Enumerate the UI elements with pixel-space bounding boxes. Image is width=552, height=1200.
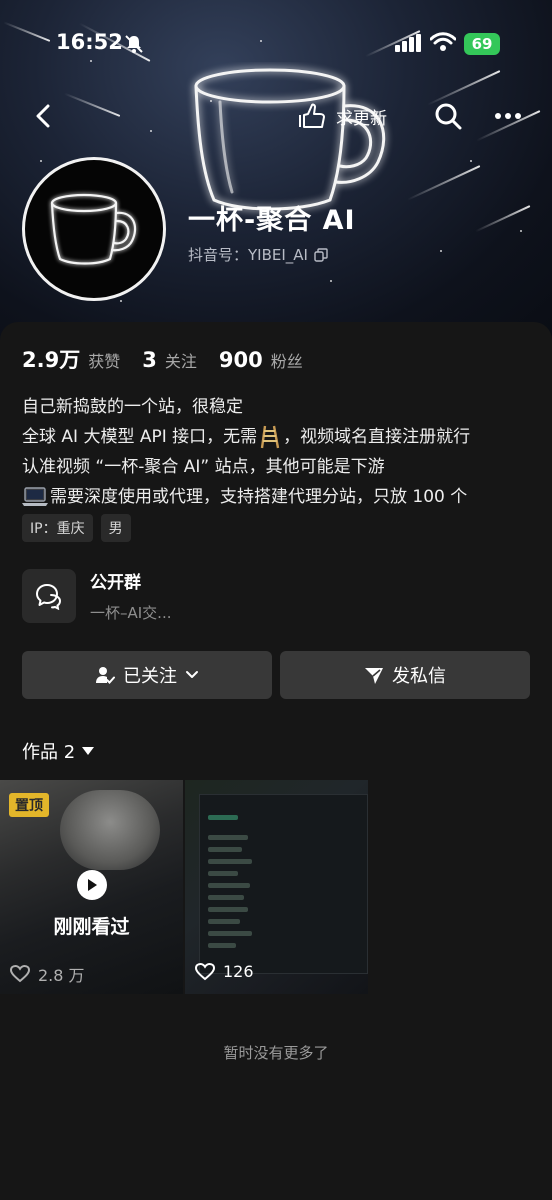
more-options-icon[interactable]: [493, 101, 523, 131]
group-chat-icon: [22, 568, 76, 623]
likes-label[interactable]: 获赞: [88, 348, 120, 372]
video-likes-count: 2.8 万: [38, 966, 85, 985]
ladder-emoji-icon: [260, 425, 280, 449]
video-thumbnail: [199, 794, 368, 974]
public-group-card[interactable]: 公开群 一杯–AI交...: [22, 568, 172, 623]
following-label[interactable]: 关注: [165, 348, 197, 372]
following-count[interactable]: 3: [142, 348, 157, 372]
status-bar: 16:52 69: [0, 0, 552, 90]
paper-plane-icon: [365, 668, 383, 684]
caret-down-icon: [82, 747, 95, 755]
group-subtitle: 一杯–AI交...: [90, 604, 172, 622]
back-arrow-icon[interactable]: [28, 100, 60, 132]
followed-label: 已关注: [123, 666, 177, 687]
profile-name: 一杯-聚合 AI: [188, 205, 356, 236]
cellular-signal-icon: [395, 34, 421, 52]
send-message-label: 发私信: [392, 666, 446, 687]
laptop-emoji-icon: [22, 487, 48, 506]
copy-icon[interactable]: [314, 247, 328, 262]
pinned-badge: 置顶: [9, 793, 49, 817]
video-likes: 2.8 万: [10, 962, 85, 986]
heart-icon: [10, 965, 30, 983]
profile-stats: 2.9万 获赞 3 关注 900 粉丝: [22, 344, 325, 374]
profile-avatar[interactable]: [22, 157, 166, 301]
profile-id-row: 抖音号：YIBEI_AI: [188, 244, 328, 265]
profile-tags: IP：重庆 男: [22, 514, 131, 542]
bio-line: 认准视频 “一杯-聚合 AI” 站点，其他可能是下游: [22, 457, 385, 477]
video-likes: 126: [195, 962, 254, 981]
battery-indicator: 69: [464, 33, 500, 55]
video-thumbnail: [60, 790, 160, 870]
works-tab-label: 作品 2: [22, 742, 76, 763]
bio-line: 需要深度使用或代理，支持搭建代理分站，只放 100 个: [22, 482, 470, 512]
followers-count[interactable]: 900: [219, 348, 263, 372]
send-message-button[interactable]: 发私信: [280, 651, 530, 699]
heart-icon: [195, 962, 215, 980]
wifi-icon: [430, 32, 456, 51]
chevron-down-icon: [186, 671, 198, 678]
profile-content: 2.9万 获赞 3 关注 900 粉丝 自己新捣鼓的一个站，很稳定 全球 AI …: [0, 322, 552, 1200]
no-more-content-text: 暂时没有更多了: [223, 1044, 329, 1062]
search-icon[interactable]: [433, 101, 463, 131]
mute-bell-icon: [125, 35, 143, 53]
followed-button[interactable]: 已关注: [22, 651, 272, 699]
bio-line: 全球 AI 大模型 API 接口，无需 ，视频域名直接注册就行: [22, 425, 471, 449]
gender-tag: 男: [100, 514, 131, 542]
likes-count[interactable]: 2.9万: [22, 344, 80, 374]
bio-line: 自己新捣鼓的一个站，很稳定: [22, 397, 243, 417]
play-icon: [76, 870, 107, 900]
status-time: 16:52: [56, 30, 123, 54]
recently-watched-label: 刚刚看过: [53, 916, 130, 938]
followers-label[interactable]: 粉丝: [271, 348, 303, 372]
video-card[interactable]: 置顶 刚刚看过 2.8 万: [0, 780, 183, 994]
mug-logo-icon: [50, 193, 137, 265]
video-card[interactable]: 126: [185, 780, 368, 994]
group-title: 公开群: [90, 573, 141, 593]
request-update-label: 求更新: [336, 108, 387, 129]
hand-pointer-icon: [299, 103, 325, 128]
tab-works[interactable]: 作品 2: [22, 738, 95, 764]
video-likes-count: 126: [223, 962, 254, 981]
user-check-icon: [96, 667, 115, 684]
video-grid: 置顶 刚刚看过 2.8 万 126: [0, 780, 552, 994]
ip-location-tag: IP：重庆: [22, 514, 93, 542]
recently-watched-overlay: 刚刚看过: [0, 870, 183, 939]
request-update-button[interactable]: 求更新: [298, 100, 387, 132]
profile-id: 抖音号：YIBEI_AI: [188, 246, 308, 264]
profile-bio: 自己新捣鼓的一个站，很稳定 全球 AI 大模型 API 接口，无需 ，视频域名直…: [22, 392, 470, 512]
